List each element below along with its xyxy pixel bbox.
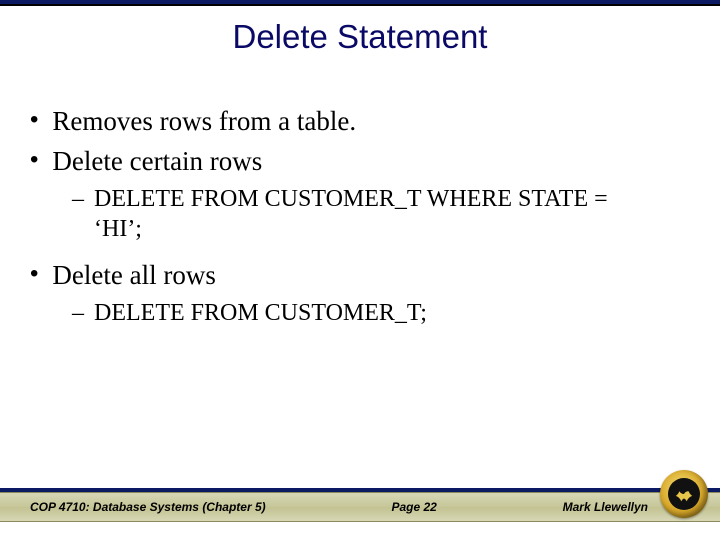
footer-bar: COP 4710: Database Systems (Chapter 5) P… — [0, 492, 720, 522]
bullet-item: • Delete certain rows — [30, 144, 690, 178]
footer-center: Page 22 — [391, 500, 436, 514]
bullet-text: Removes rows from a table. — [52, 104, 356, 138]
footer-right: Mark Llewellyn — [563, 500, 648, 514]
sub-bullet-item: – DELETE FROM CUSTOMER_T; — [72, 298, 690, 328]
footer: COP 4710: Database Systems (Chapter 5) P… — [0, 488, 720, 522]
bullet-marker: • — [30, 258, 38, 290]
top-accent-bar — [0, 0, 720, 6]
ucf-logo-icon — [660, 470, 708, 518]
slide-body: • Removes rows from a table. • Delete ce… — [30, 104, 690, 328]
bullet-marker: • — [30, 144, 38, 176]
sub-bullet-text: DELETE FROM CUSTOMER_T WHERE STATE = ‘HI… — [94, 184, 654, 244]
bullet-text: Delete certain rows — [52, 144, 262, 178]
bullet-marker: • — [30, 104, 38, 136]
logo-inner-disc — [668, 478, 700, 510]
bullet-item: • Removes rows from a table. — [30, 104, 690, 138]
footer-left: COP 4710: Database Systems (Chapter 5) — [30, 500, 266, 514]
slide-title: Delete Statement — [0, 18, 720, 56]
bullet-text: Delete all rows — [52, 258, 215, 292]
pegasus-icon — [673, 483, 695, 505]
sub-bullet-marker: – — [72, 298, 84, 328]
logo-outer-ring — [660, 470, 708, 518]
sub-bullet-item: – DELETE FROM CUSTOMER_T WHERE STATE = ‘… — [72, 184, 690, 244]
bullet-item: • Delete all rows — [30, 258, 690, 292]
sub-bullet-text: DELETE FROM CUSTOMER_T; — [94, 298, 427, 328]
sub-bullet-marker: – — [72, 184, 84, 214]
